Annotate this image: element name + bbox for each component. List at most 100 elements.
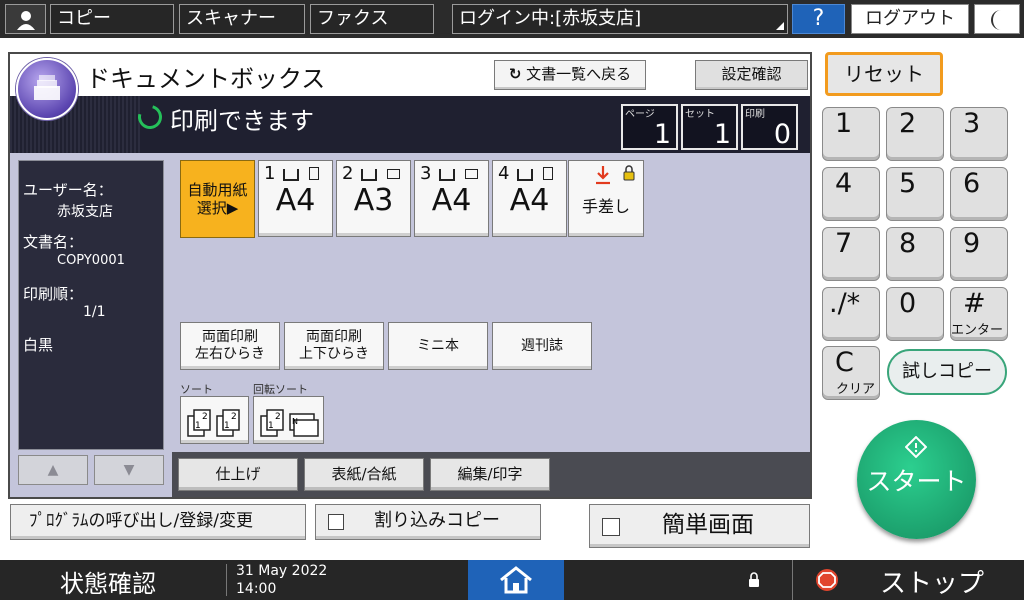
tab-copy[interactable]: コピー <box>50 4 174 34</box>
start-button[interactable]: スタート <box>857 420 976 539</box>
key-9[interactable]: 9 <box>950 227 1008 281</box>
tray-2-button[interactable]: 2 A3 <box>336 160 411 237</box>
tray-icon <box>517 169 533 181</box>
tray-3-size: A4 <box>431 183 472 218</box>
interrupt-copy-label: 割り込みコピー <box>374 510 500 531</box>
clear-key[interactable]: C クリア <box>822 346 880 400</box>
key-8[interactable]: 8 <box>886 227 944 281</box>
sort-icon: 1 2 1 2 <box>187 409 240 437</box>
duplex-left-right-button[interactable]: 両面印刷 左右ひらき <box>180 322 280 370</box>
enter-label: エンター <box>951 323 1004 338</box>
document-info-panel: ユーザー名： 赤坂支店 文書名： COPY0001 印刷順： 1/1 白黒 <box>18 160 164 450</box>
system-status-button[interactable]: 状態確認 <box>60 564 156 599</box>
help-button[interactable]: ? <box>792 4 845 34</box>
bypass-tray-button[interactable]: 手差し <box>568 160 644 237</box>
back-to-list-button[interactable]: ↻ 文書一覧へ戻る <box>494 60 646 90</box>
tray-4-number: 4 <box>498 163 510 184</box>
tab-scanner[interactable]: スキャナー <box>179 4 305 34</box>
paper-orientation-icon <box>543 167 553 180</box>
tray-4-button[interactable]: 4 A4 <box>492 160 567 237</box>
tab-cover-slip-sheet[interactable]: 表紙/合紙 <box>304 458 424 491</box>
scroll-down-button[interactable]: ▼ <box>94 455 164 485</box>
weekly-magazine-button[interactable]: 週刊誌 <box>492 322 592 370</box>
energy-saver-button[interactable] <box>974 4 1020 34</box>
duplex-top-bottom-label-1: 両面印刷 <box>306 329 362 345</box>
paper-orientation-icon <box>465 169 478 179</box>
login-status[interactable]: ログイン中:[赤坂支店] <box>452 4 788 34</box>
tab-finishing[interactable]: 仕上げ <box>178 458 298 491</box>
tab-fax[interactable]: ファクス <box>310 4 434 34</box>
logout-button[interactable]: ログアウト <box>851 4 969 34</box>
program-recall-button[interactable]: ﾌﾟﾛｸﾞﾗﾑの呼び出し/登録/変更 <box>10 504 306 540</box>
tray-4-size: A4 <box>509 183 550 218</box>
user-button[interactable] <box>5 4 46 34</box>
trial-copy-button[interactable]: 試しコピー <box>887 349 1007 395</box>
duplex-top-bottom-label-2: 上下ひらき <box>299 346 369 362</box>
divider <box>226 564 227 596</box>
tray-3-button[interactable]: 3 A4 <box>414 160 489 237</box>
page-counter: ページ 1 <box>621 104 678 150</box>
rotate-sort-button[interactable]: 1 2 N <box>253 396 324 444</box>
tray-1-number: 1 <box>264 163 276 184</box>
moon-icon <box>991 10 1001 30</box>
svg-text:2: 2 <box>202 412 208 422</box>
key-dot-star[interactable]: ./* <box>822 287 880 341</box>
key-5[interactable]: 5 <box>886 167 944 221</box>
rotate-sort-label: 回転ソート <box>253 383 308 396</box>
user-name-label: ユーザー名： <box>23 181 113 199</box>
auto-paper-select-label-2: 選択▶ <box>196 199 239 217</box>
key-6[interactable]: 6 <box>950 167 1008 221</box>
down-arrow-icon: ▼ <box>123 462 135 478</box>
print-status: 印刷できます <box>170 107 314 135</box>
print-order-value: 1/1 <box>83 304 106 320</box>
reset-button[interactable]: リセット <box>825 52 943 96</box>
document-name-value: COPY0001 <box>57 253 125 268</box>
interrupt-copy-button[interactable]: 割り込みコピー <box>315 504 541 540</box>
simple-screen-button[interactable]: 簡単画面 <box>589 504 810 548</box>
tray-1-button[interactable]: 1 A4 <box>258 160 333 237</box>
home-icon <box>500 566 532 594</box>
key-1[interactable]: 1 <box>822 107 880 161</box>
key-3[interactable]: 3 <box>950 107 1008 161</box>
svg-text:1: 1 <box>195 421 201 431</box>
document-name-label: 文書名： <box>23 233 84 251</box>
return-arrow-icon: ↻ <box>508 65 522 83</box>
tray-3-number: 3 <box>420 163 432 184</box>
lock-icon <box>749 572 759 587</box>
key-hash-enter[interactable]: # エンター <box>950 287 1008 341</box>
stop-button[interactable]: ストップ <box>880 563 984 600</box>
svg-text:1: 1 <box>224 421 230 431</box>
paper-orientation-icon <box>309 167 319 180</box>
print-counter-label: 印刷 <box>745 109 765 120</box>
rotate-sort-icon: 1 2 N <box>260 409 319 437</box>
duplex-left-right-label-1: 両面印刷 <box>202 329 258 345</box>
simple-screen-checkbox[interactable] <box>602 518 620 536</box>
key-2[interactable]: 2 <box>886 107 944 161</box>
sort-button[interactable]: 1 2 1 2 <box>180 396 249 444</box>
tray-2-size: A3 <box>353 183 394 218</box>
tab-edit-stamp[interactable]: 編集/印字 <box>430 458 550 491</box>
page-title: ドキュメントボックス <box>86 65 326 93</box>
svg-text:2: 2 <box>275 412 281 422</box>
user-name-value: 赤坂支店 <box>57 204 113 220</box>
set-counter-value: 1 <box>713 119 731 150</box>
clear-label: クリア <box>835 382 875 397</box>
interrupt-copy-checkbox[interactable] <box>328 514 344 530</box>
settings-check-button[interactable]: 設定確認 <box>695 60 808 90</box>
set-counter-label: セット <box>685 109 715 120</box>
duplex-top-bottom-button[interactable]: 両面印刷 上下ひらき <box>284 322 384 370</box>
home-button[interactable] <box>468 560 564 600</box>
auto-paper-select-button[interactable]: 自動用紙 選択▶ <box>180 160 255 238</box>
key-7[interactable]: 7 <box>822 227 880 281</box>
mini-book-button[interactable]: ミニ本 <box>388 322 488 370</box>
start-label: スタート <box>866 467 967 496</box>
tray-icon <box>439 169 455 181</box>
scroll-up-button[interactable]: ▲ <box>18 455 88 485</box>
login-status-label: ログイン中:[赤坂支店] <box>459 8 642 29</box>
tray-1-size: A4 <box>275 183 316 218</box>
key-0[interactable]: 0 <box>886 287 944 341</box>
key-hash-label: # <box>963 288 986 319</box>
user-icon <box>17 11 35 30</box>
sort-label: ソート <box>180 383 213 396</box>
key-4[interactable]: 4 <box>822 167 880 221</box>
